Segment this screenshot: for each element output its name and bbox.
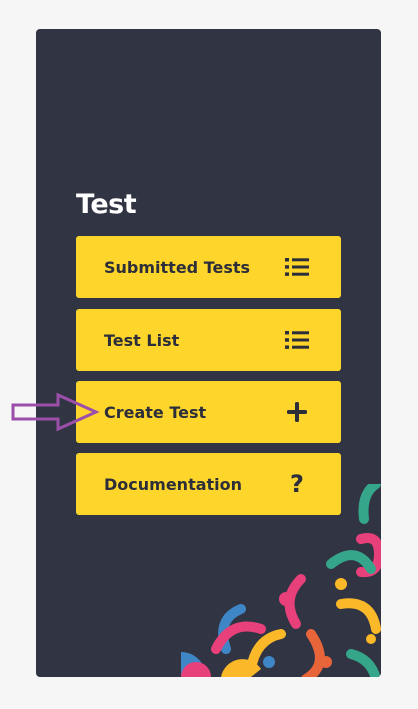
list-icon: [285, 255, 309, 279]
submitted-tests-label: Submitted Tests: [104, 257, 251, 277]
test-menu-panel: Test Submitted Tests Test List Create Te…: [36, 29, 381, 677]
decorative-pattern: [181, 484, 381, 677]
test-list-label: Test List: [104, 330, 180, 350]
create-test-label: Create Test: [104, 402, 207, 422]
submitted-tests-button[interactable]: Submitted Tests: [76, 236, 341, 298]
section-title: Test: [76, 189, 137, 220]
annotation-arrow: [11, 392, 100, 432]
test-list-button[interactable]: Test List: [76, 309, 341, 371]
list-icon: [285, 328, 309, 352]
plus-icon: [285, 400, 309, 424]
create-test-button[interactable]: Create Test: [76, 381, 341, 443]
